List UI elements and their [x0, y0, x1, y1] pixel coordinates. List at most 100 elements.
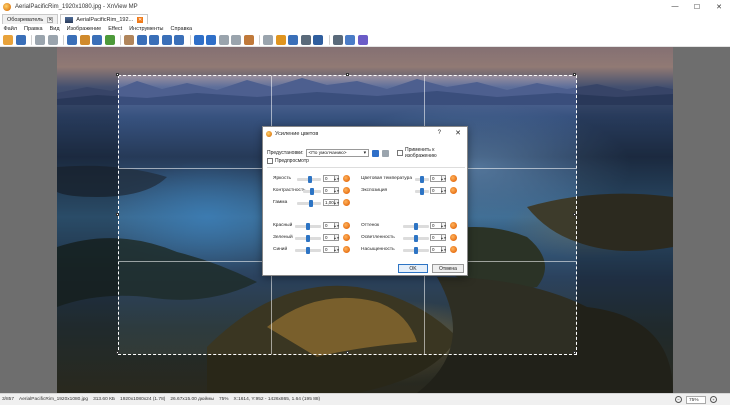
hue-slider[interactable]: [403, 223, 429, 230]
reset-icon[interactable]: [343, 175, 350, 182]
reset-icon[interactable]: [450, 187, 457, 194]
thumbnail-icon[interactable]: [92, 34, 102, 45]
zoom-out-icon[interactable]: −: [675, 396, 682, 403]
print-icon[interactable]: [300, 34, 311, 45]
color-temperature-slider[interactable]: [415, 176, 429, 183]
zoom-actual-icon[interactable]: [174, 34, 184, 45]
redo-icon[interactable]: [47, 34, 58, 45]
spinner-arrows-icon[interactable]: ▲▼: [334, 175, 339, 182]
zoom-in-icon[interactable]: +: [710, 396, 717, 403]
resize-icon[interactable]: [124, 34, 134, 45]
slider-knob[interactable]: [306, 247, 310, 254]
crop-handle[interactable]: [573, 73, 576, 76]
exposure-slider[interactable]: [415, 188, 429, 195]
menu-help[interactable]: Справка: [167, 26, 196, 32]
tab-close-icon[interactable]: ✕: [47, 16, 54, 23]
slider-knob[interactable]: [414, 235, 418, 242]
reset-icon[interactable]: [450, 246, 457, 253]
spinner-arrows-icon[interactable]: ▲▼: [334, 199, 339, 206]
minimize-button[interactable]: —: [664, 0, 686, 13]
crop-handle[interactable]: [573, 213, 576, 216]
gamma-slider[interactable]: [297, 200, 321, 207]
reset-icon[interactable]: [343, 187, 350, 194]
crop-handle[interactable]: [573, 351, 576, 354]
crop-icon[interactable]: [243, 34, 254, 45]
maximize-button[interactable]: ☐: [686, 0, 708, 13]
prev-icon[interactable]: [193, 34, 204, 45]
dialog-close-button[interactable]: ✕: [455, 129, 461, 137]
spinner-arrows-icon[interactable]: ▲▼: [441, 234, 446, 241]
slider-knob[interactable]: [308, 176, 312, 183]
close-button[interactable]: ✕: [708, 0, 730, 13]
crop-handle[interactable]: [116, 73, 119, 76]
tab-browser[interactable]: Обозреватель ✕: [2, 14, 59, 24]
spinner-arrows-icon[interactable]: ▲▼: [334, 222, 339, 229]
crop-handle[interactable]: [116, 351, 119, 354]
menu-image[interactable]: Изображение: [63, 26, 105, 32]
crop-handle[interactable]: [116, 213, 119, 216]
brightness-slider[interactable]: [297, 176, 321, 183]
tab-image[interactable]: AerialPacificRim_192... ✕: [60, 14, 149, 24]
preview-checkbox[interactable]: [267, 158, 273, 164]
adjust-icon[interactable]: [275, 34, 286, 45]
spinner-arrows-icon[interactable]: ▲▼: [441, 222, 446, 229]
reset-icon[interactable]: [450, 234, 457, 241]
reset-icon[interactable]: [343, 234, 350, 241]
lightness-slider[interactable]: [403, 235, 429, 242]
refresh-icon[interactable]: [104, 34, 115, 45]
slider-knob[interactable]: [414, 223, 418, 230]
filmstrip-icon[interactable]: [79, 34, 90, 45]
spinner-arrows-icon[interactable]: ▲▼: [334, 187, 339, 194]
saturation-slider[interactable]: [403, 247, 429, 254]
reset-icon[interactable]: [450, 175, 457, 182]
blue-slider[interactable]: [295, 247, 321, 254]
dialog-help-button[interactable]: ?: [438, 130, 441, 136]
slideshow-icon[interactable]: [313, 34, 323, 45]
slider-knob[interactable]: [310, 188, 314, 195]
slider-knob[interactable]: [309, 200, 313, 207]
next-icon[interactable]: [206, 34, 216, 45]
rotate-right-icon[interactable]: [231, 34, 241, 45]
crop-handle[interactable]: [346, 351, 349, 354]
slider-knob[interactable]: [414, 247, 418, 254]
save-preset-icon[interactable]: [372, 149, 380, 157]
undo-icon[interactable]: [35, 34, 45, 45]
reset-icon[interactable]: [343, 199, 350, 206]
menu-tools[interactable]: Инструменты: [126, 26, 167, 32]
spinner-arrows-icon[interactable]: ▲▼: [334, 246, 339, 253]
browse-icon[interactable]: [3, 34, 13, 45]
flip-icon[interactable]: [263, 34, 273, 45]
green-slider[interactable]: [295, 235, 321, 242]
delete-preset-icon[interactable]: [382, 149, 389, 157]
ok-button[interactable]: OK: [398, 264, 428, 273]
slider-knob[interactable]: [306, 235, 310, 242]
tab-close-icon[interactable]: ✕: [137, 16, 144, 23]
spinner-arrows-icon[interactable]: ▲▼: [334, 234, 339, 241]
menu-edit[interactable]: Правка: [21, 26, 47, 32]
menu-view[interactable]: Вид: [46, 26, 63, 32]
slider-knob[interactable]: [420, 176, 424, 183]
zoom-out-icon[interactable]: [149, 34, 159, 45]
apply-to-image-checkbox[interactable]: [397, 150, 403, 156]
reset-icon[interactable]: [343, 222, 350, 229]
save-icon[interactable]: [15, 34, 26, 45]
crop-handle[interactable]: [346, 73, 349, 76]
zoom-fit-icon[interactable]: [161, 34, 172, 45]
zoom-select[interactable]: 75%: [686, 396, 706, 404]
preset-select[interactable]: <По умолчанию> ▾: [305, 149, 370, 157]
fullscreen-icon[interactable]: [67, 34, 77, 45]
spinner-arrows-icon[interactable]: ▲▼: [441, 246, 446, 253]
info-icon[interactable]: [345, 34, 355, 45]
contrast-slider[interactable]: [303, 188, 321, 195]
menu-effect[interactable]: Effect: [105, 26, 126, 32]
slider-knob[interactable]: [420, 188, 424, 195]
spinner-arrows-icon[interactable]: ▲▼: [441, 175, 446, 182]
slider-knob[interactable]: [306, 223, 310, 230]
red-slider[interactable]: [295, 223, 321, 230]
help-icon[interactable]: [357, 34, 368, 45]
spinner-arrows-icon[interactable]: ▲▼: [441, 187, 446, 194]
settings-icon[interactable]: [288, 34, 298, 45]
reset-icon[interactable]: [343, 246, 350, 253]
cancel-button[interactable]: Отмена: [432, 264, 464, 273]
reset-icon[interactable]: [450, 222, 457, 229]
